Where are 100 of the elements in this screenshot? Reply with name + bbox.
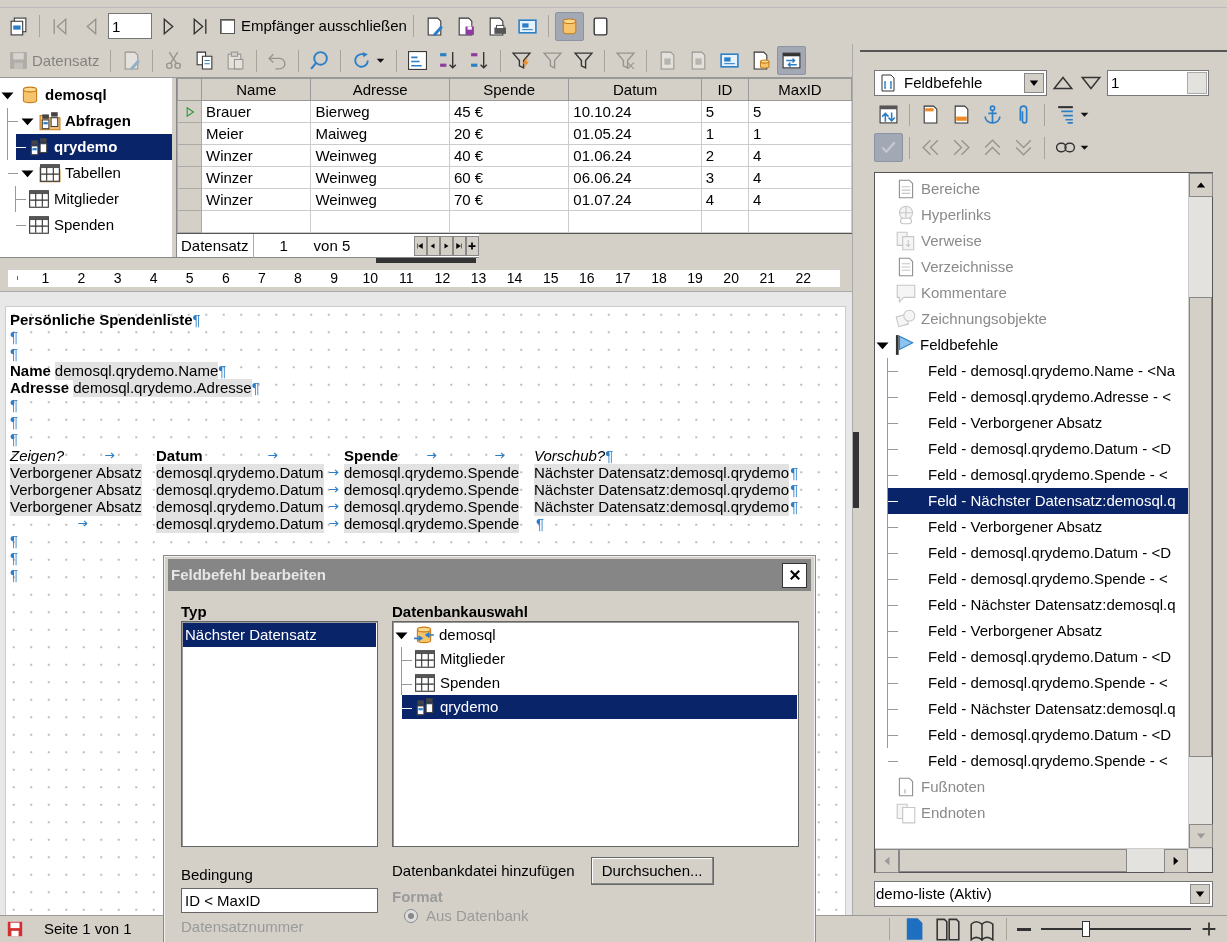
folder-query-icon: [39, 110, 61, 132]
tree-item[interactable]: Feld - demosql.qrydemo.Adresse - <: [888, 384, 1188, 410]
paragraph-mark: ¶: [10, 531, 19, 550]
table-cell: 4: [748, 166, 852, 189]
column-header[interactable]: Adresse: [310, 78, 450, 101]
table-cell: Winzer: [201, 166, 311, 189]
close-icon: [787, 568, 802, 582]
column-header[interactable]: Spende: [449, 78, 569, 101]
table-cell: 4: [701, 188, 749, 211]
item-label[interactable]: Tabellen: [65, 164, 121, 182]
tree-item[interactable]: Feldbefehle: [875, 332, 1188, 358]
scrollbar-thumb[interactable]: [899, 849, 1127, 872]
item-label[interactable]: qrydemo: [440, 698, 499, 716]
document-bracket-icon: [878, 73, 898, 93]
paragraph-mark: ¶: [251, 378, 260, 397]
scroll-up-button[interactable]: [1189, 173, 1213, 197]
section-label: Format: [392, 887, 444, 907]
search-icon: [308, 50, 330, 71]
tree-item[interactable]: Feld - demosql.qrydemo.Name - <Na: [888, 358, 1188, 384]
table-cell: 3: [701, 166, 749, 189]
table-cell: 60 €: [449, 166, 569, 189]
tree-item[interactable]: Feld - Nächster Datensatz:demosql.q: [888, 696, 1188, 722]
browse-button[interactable]: Durchsuchen...: [590, 857, 714, 885]
tree-item[interactable]: Tabellen: [8, 160, 172, 186]
tree-item[interactable]: Mitglieder: [402, 647, 797, 671]
speech-bubble-icon: [895, 282, 917, 304]
scroll-right-button[interactable]: [1164, 849, 1188, 873]
list-item[interactable]: Nächster Datensatz: [183, 623, 376, 647]
checkbox[interactable]: [220, 18, 235, 34]
zoom-slider-thumb[interactable]: [1082, 921, 1090, 937]
window-arrows-button[interactable]: [776, 46, 806, 75]
record-number-field[interactable]: 1: [108, 13, 152, 39]
table-cell: 2: [701, 144, 749, 167]
sort-ascending-icon: [437, 50, 459, 71]
checkbox-label[interactable]: Empfänger ausschließen: [241, 17, 407, 35]
content-type-dropdown[interactable]: Feldbefehle: [874, 70, 1047, 96]
tree-item[interactable]: Feld - Nächster Datensatz:demosql.q: [888, 592, 1188, 618]
tree-item[interactable]: Feld - Verborgener Absatz: [888, 618, 1188, 644]
table-cell: Bierweg: [310, 100, 450, 123]
table-cell: Winzer: [201, 144, 311, 167]
item-label[interactable]: demosql: [439, 626, 496, 644]
field-label: Datenbankauswahl: [392, 603, 529, 621]
tree-item[interactable]: Feld - demosql.qrydemo.Spende - <: [888, 462, 1188, 488]
item-label[interactable]: demosql: [45, 86, 107, 104]
tree-item[interactable]: demosql: [394, 623, 797, 647]
card-icon: [718, 50, 740, 71]
paragraph-mark: ¶: [10, 548, 19, 567]
table-cell: 70 €: [449, 188, 569, 211]
item-label[interactable]: Mitglieder: [54, 190, 120, 208]
window-arrows-icon: [780, 50, 802, 71]
tree-item[interactable]: qrydemo: [402, 695, 797, 719]
close-button[interactable]: [782, 562, 807, 588]
scrollbar-thumb[interactable]: [1189, 297, 1212, 757]
tree-item[interactable]: Abfragen: [8, 108, 172, 134]
number-spinner[interactable]: 1: [1107, 70, 1209, 96]
stacked-pages-icon: [8, 15, 29, 37]
tree-item[interactable]: Feld - Verborgener Absatz: [888, 410, 1188, 436]
first-arrow-button[interactable]: [413, 235, 427, 256]
funnel-icon: [572, 50, 594, 71]
tree-item[interactable]: Spenden: [402, 671, 797, 695]
column-header[interactable]: Datum: [568, 78, 702, 101]
condition-field[interactable]: ID < MaxID: [181, 888, 378, 913]
record-count: von 5: [313, 236, 352, 255]
item-label[interactable]: Abfragen: [65, 112, 131, 130]
two-pages-button[interactable]: [934, 917, 962, 941]
type-list[interactable]: Nächster Datensatz: [181, 621, 378, 847]
document-dropdown[interactable]: demo-liste (Aktiv): [874, 881, 1213, 907]
tree-item[interactable]: qrydemo: [16, 134, 172, 160]
table-cell: 5: [701, 100, 749, 123]
tree-item[interactable]: Feld - Nächster Datensatz:demosql.q: [888, 488, 1188, 514]
tree-item[interactable]: Mitglieder: [16, 186, 172, 212]
tree-item[interactable]: Feld - demosql.qrydemo.Datum - <D: [888, 644, 1188, 670]
document-text: Datum: [156, 446, 203, 465]
tree-item[interactable]: Feld - demosql.qrydemo.Datum - <D: [888, 436, 1188, 462]
table-cell: Meier: [201, 122, 311, 145]
item-label[interactable]: Mitglieder: [440, 650, 506, 668]
column-header[interactable]: ID: [701, 78, 749, 101]
table-cell: 5: [748, 100, 852, 123]
sidebar-handle[interactable]: [853, 431, 859, 508]
splitter-handle[interactable]: [376, 258, 476, 263]
tree-item[interactable]: Feld - demosql.qrydemo.Datum - <D: [888, 540, 1188, 566]
column-header[interactable]: Name: [201, 78, 311, 101]
table-cell: 01.07.24: [568, 188, 702, 211]
item-label[interactable]: Spenden: [440, 674, 501, 692]
item-label[interactable]: Spenden: [54, 216, 115, 234]
tree-item[interactable]: Feld - demosql.qrydemo.Spende - <: [888, 566, 1188, 592]
column-header[interactable]: MaxID: [748, 78, 852, 101]
record-label: Datensatz: [177, 233, 254, 258]
tree-item[interactable]: demosql: [0, 82, 172, 108]
item-label[interactable]: qrydemo: [54, 138, 118, 156]
tree-item[interactable]: Feld - demosql.qrydemo.Spende - <: [888, 748, 1188, 774]
table-cell: Weinweg: [310, 144, 450, 167]
document-text: Spende: [344, 446, 399, 465]
tree-item[interactable]: Feld - Verborgener Absatz: [888, 514, 1188, 540]
tree-item[interactable]: Feld - demosql.qrydemo.Spende - <: [888, 670, 1188, 696]
document-text: Zeigen?: [10, 446, 65, 465]
tree-item[interactable]: Feld - demosql.qrydemo.Datum - <D: [888, 722, 1188, 748]
paragraph-mark: ¶: [790, 463, 799, 482]
tree-item[interactable]: Spenden: [16, 212, 172, 238]
page-number: Seite 1 von 1: [44, 920, 132, 938]
